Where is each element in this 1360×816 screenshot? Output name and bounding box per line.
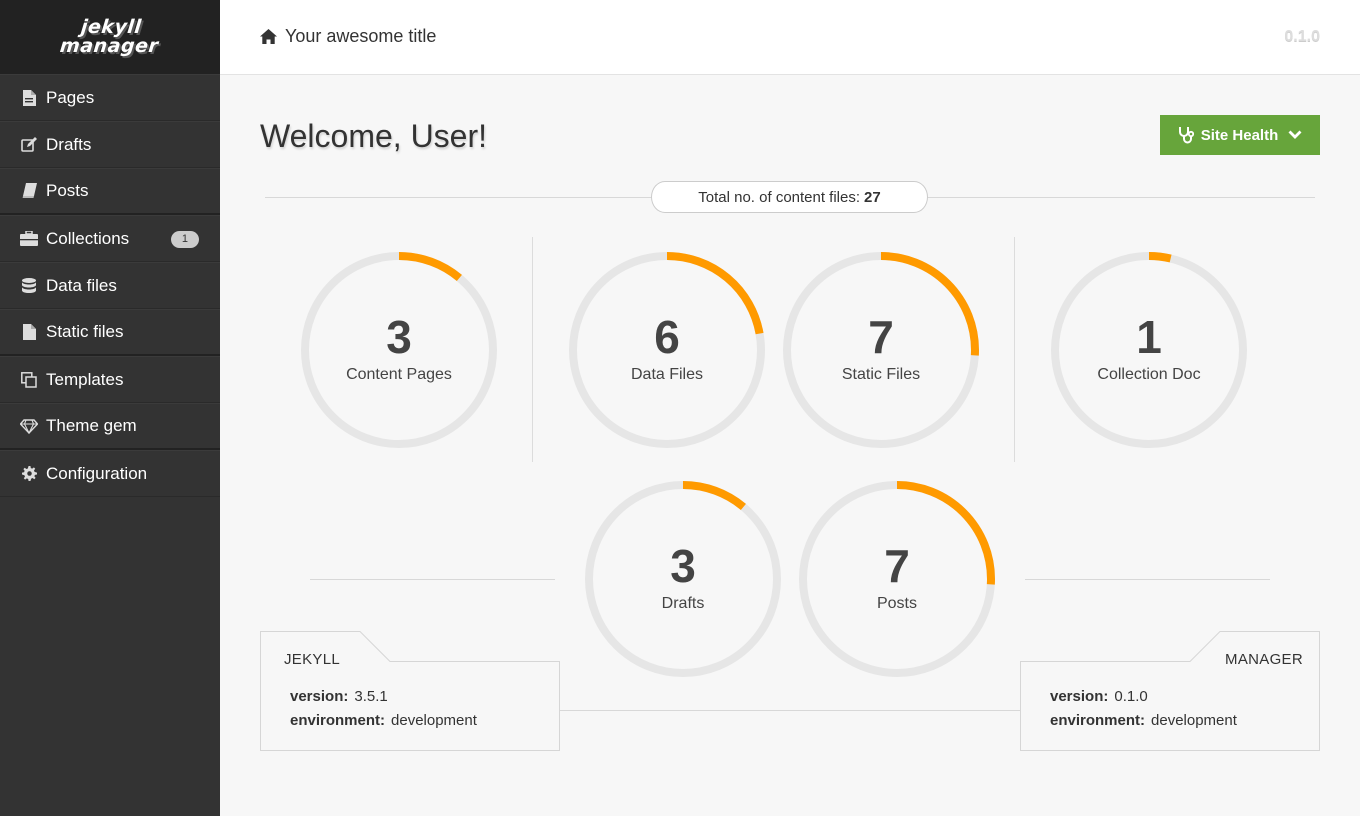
- jekyll-info-card: JEKYLL version: 3.5.1 environment: develop…: [260, 631, 560, 751]
- sidebar-item-configuration[interactable]: Configuration: [0, 450, 220, 497]
- stat-label: Static Files: [841, 366, 921, 383]
- sidebar-item-label: Static files: [46, 322, 124, 341]
- sidebar-item-label: Pages: [46, 87, 95, 107]
- manager-environment: development: [1151, 712, 1237, 729]
- sidebar-item-label: Configuration: [46, 463, 148, 483]
- sidebar-item-label: Templates: [46, 369, 124, 389]
- stat-static-files[interactable]: 7 Static Files: [781, 250, 981, 450]
- stat-label: Drafts: [661, 595, 705, 612]
- stat-value: 3: [386, 311, 412, 363]
- manager-info-card: MANAGER version: 0.1.0 environment: develo…: [1020, 631, 1320, 751]
- stat-label: Posts: [876, 595, 917, 612]
- sidebar-item-drafts[interactable]: Drafts: [0, 121, 220, 168]
- jekyll-version: 3.5.1: [354, 688, 388, 705]
- stat-label: Content Pages: [346, 366, 452, 383]
- stat-drafts[interactable]: 3 Drafts: [583, 479, 783, 679]
- sidebar-item-posts[interactable]: Posts: [0, 168, 220, 215]
- app-logo[interactable]: jekyll manager: [0, 0, 220, 74]
- version-label: version:: [1050, 688, 1109, 705]
- sidebar-item-label: Theme gem: [46, 416, 137, 435]
- page-title: Welcome, User!: [260, 118, 488, 154]
- stat-data-files[interactable]: 6 Data Files: [567, 250, 767, 450]
- site-health-label: Site Health: [1200, 126, 1279, 144]
- divider-line: [560, 710, 1020, 711]
- column-divider: [1014, 237, 1015, 462]
- stat-posts[interactable]: 7 Posts: [797, 479, 997, 679]
- stat-value: 7: [884, 540, 910, 592]
- book-icon: [20, 182, 38, 200]
- stat-value: 6: [654, 311, 680, 363]
- stat-value: 7: [868, 311, 894, 363]
- sidebar-item-templates[interactable]: Templates: [0, 356, 220, 403]
- clone-icon: [20, 371, 38, 389]
- home-icon: [260, 29, 277, 44]
- divider-line: [310, 579, 555, 580]
- gear-icon: [20, 465, 38, 483]
- site-title-link[interactable]: Your awesome title: [260, 26, 436, 47]
- edit-icon: [20, 136, 38, 154]
- database-icon: [20, 277, 38, 295]
- manager-version: 0.1.0: [1114, 688, 1148, 705]
- stat-collection-doc[interactable]: 1 Collection Doc: [1049, 250, 1249, 450]
- environment-label: environment:: [1050, 712, 1146, 729]
- divider-line: [1025, 579, 1270, 580]
- jekyll-card-title: JEKYLL: [284, 651, 340, 668]
- sidebar: jekyll manager Pages Drafts Posts Collec…: [0, 0, 220, 816]
- jekyll-environment: development: [391, 712, 477, 729]
- manager-card-title: MANAGER: [1225, 651, 1303, 668]
- sidebar-item-label: Drafts: [46, 134, 92, 154]
- environment-label: environment:: [290, 712, 386, 729]
- sidebar-nav: Pages Drafts Posts Collections 1 Data fi…: [0, 74, 220, 497]
- version-label: version:: [290, 688, 349, 705]
- sidebar-item-pages[interactable]: Pages: [0, 74, 220, 121]
- sidebar-item-label: Posts: [46, 181, 89, 200]
- sidebar-item-theme-gem[interactable]: Theme gem: [0, 403, 220, 450]
- stat-value: 1: [1136, 311, 1162, 363]
- file-icon: [20, 323, 38, 341]
- sidebar-item-label: Data files: [46, 275, 117, 295]
- total-files-badge: Total no. of content files: 27: [651, 181, 928, 213]
- column-divider: [532, 237, 533, 462]
- stat-label: Collection Doc: [1097, 366, 1201, 383]
- sidebar-item-static-files[interactable]: Static files: [0, 309, 220, 356]
- total-files-count: 27: [864, 188, 881, 206]
- sidebar-item-data-files[interactable]: Data files: [0, 262, 220, 309]
- logo-line-2: manager: [58, 35, 160, 57]
- site-health-button[interactable]: Site Health: [1160, 115, 1320, 155]
- sidebar-item-collections[interactable]: Collections 1: [0, 215, 220, 262]
- sidebar-item-label: Collections: [46, 228, 130, 248]
- total-files-label: Total no. of content files:: [698, 188, 861, 206]
- collections-count-badge: 1: [170, 231, 199, 248]
- stat-content-pages[interactable]: 3 Content Pages: [299, 250, 499, 450]
- file-text-icon: [20, 89, 38, 107]
- top-header: Your awesome title 0.1.0: [220, 0, 1360, 75]
- stat-label: Data Files: [630, 366, 704, 383]
- site-title: Your awesome title: [285, 26, 437, 46]
- briefcase-icon: [20, 230, 38, 248]
- stethoscope-icon: [1178, 126, 1194, 144]
- diamond-icon: [20, 417, 38, 435]
- app-version: 0.1.0: [1284, 28, 1320, 45]
- chevron-down-icon: [1288, 130, 1302, 140]
- stat-value: 3: [670, 540, 696, 592]
